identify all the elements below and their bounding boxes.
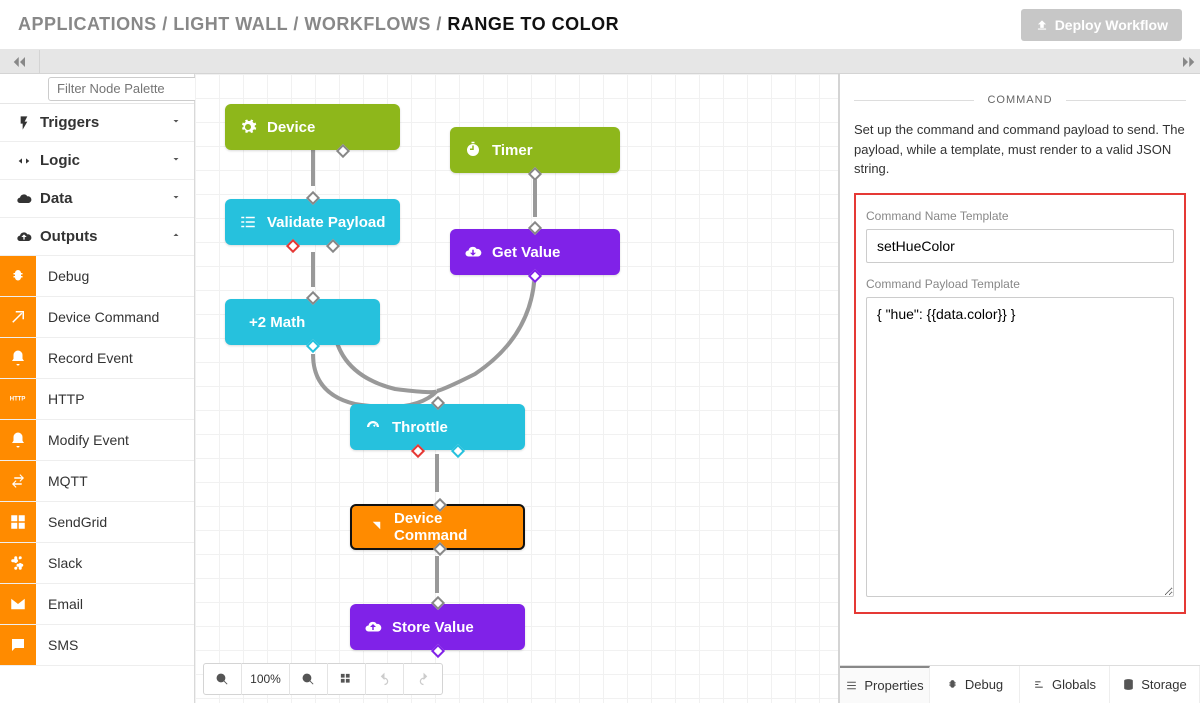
palette-item[interactable]: Modify Event: [0, 420, 194, 461]
palette-item[interactable]: HTTP HTTP: [0, 379, 194, 420]
bug-icon: [946, 678, 959, 691]
cloud-icon: [12, 191, 36, 207]
redo-button[interactable]: [404, 663, 442, 695]
chevron-down-icon: [170, 114, 182, 131]
database-icon: [1122, 678, 1135, 691]
command-payload-label: Command Payload Template: [866, 277, 1174, 291]
bell-icon: [0, 338, 36, 378]
list-icon: [845, 679, 858, 692]
deploy-workflow-button[interactable]: Deploy Workflow: [1021, 9, 1182, 41]
arrow-up-right-icon: [0, 297, 36, 337]
command-config-box: Command Name Template Command Payload Te…: [854, 193, 1186, 614]
palette-item[interactable]: MQTT: [0, 461, 194, 502]
upload-icon: [1035, 18, 1049, 32]
gear-icon: [239, 118, 257, 136]
sliders-icon: [1033, 678, 1046, 691]
checklist-icon: [239, 213, 257, 231]
palette-item-label: MQTT: [36, 461, 194, 501]
node-get-value[interactable]: Get Value: [450, 229, 620, 275]
node-device[interactable]: Device: [225, 104, 400, 150]
node-store-value[interactable]: Store Value: [350, 604, 525, 650]
palette-group-data[interactable]: Data: [0, 180, 194, 218]
sendgrid-icon: [0, 502, 36, 542]
code-icon: [12, 153, 36, 169]
command-name-input[interactable]: [866, 229, 1174, 263]
expand-inspector-button[interactable]: [1176, 50, 1200, 74]
inspector-hint: Set up the command and command payload t…: [854, 120, 1186, 179]
palette-item[interactable]: Email: [0, 584, 194, 625]
node-math[interactable]: +2 Math: [225, 299, 380, 345]
inspector-section-title: COMMAND: [854, 94, 1186, 106]
palette-item-label: Slack: [36, 543, 194, 583]
cloud-upload-icon: [12, 229, 36, 245]
palette-item[interactable]: Device Command: [0, 297, 194, 338]
palette-item-label: SMS: [36, 625, 194, 665]
undo-button[interactable]: [366, 663, 404, 695]
palette-group-triggers[interactable]: Triggers: [0, 104, 194, 142]
tab-storage[interactable]: Storage: [1110, 666, 1200, 703]
palette-item-label: Record Event: [36, 338, 194, 378]
palette-item-label: Email: [36, 584, 194, 624]
arrow-up-right-icon: [366, 518, 384, 536]
stopwatch-icon: [464, 141, 482, 159]
zoom-in-button[interactable]: [290, 663, 328, 695]
mail-icon: [0, 584, 36, 624]
command-payload-textarea[interactable]: [866, 297, 1174, 597]
palette-item[interactable]: Record Event: [0, 338, 194, 379]
inspector-tabs: Properties Debug Globals Storage: [840, 665, 1200, 703]
slack-icon: [0, 543, 36, 583]
node-throttle[interactable]: Throttle: [350, 404, 525, 450]
svg-text:HTTP: HTTP: [10, 397, 26, 403]
palette-group-logic[interactable]: Logic: [0, 142, 194, 180]
panel-toolbar: [0, 50, 1200, 74]
chevron-up-icon: [170, 228, 182, 245]
node-device-command[interactable]: Device Command: [350, 504, 525, 550]
chevron-down-icon: [170, 190, 182, 207]
tab-globals[interactable]: Globals: [1020, 666, 1110, 703]
palette-item[interactable]: Debug: [0, 256, 194, 297]
cloud-download-icon: [464, 243, 482, 261]
cloud-upload-icon: [364, 618, 382, 636]
palette-group-outputs[interactable]: Outputs: [0, 218, 194, 256]
breadcrumb-applications[interactable]: APPLICATIONS: [18, 14, 157, 34]
workflow-canvas[interactable]: Device Timer Validate Payload Get Value: [195, 74, 840, 703]
inspector-panel: COMMAND Set up the command and command p…: [840, 74, 1200, 703]
palette-filter-row: [0, 74, 194, 104]
palette-item-label: SendGrid: [36, 502, 194, 542]
palette-item[interactable]: SendGrid: [0, 502, 194, 543]
command-name-label: Command Name Template: [866, 209, 1174, 223]
node-palette: Triggers Logic Data Outputs DebugDevice …: [0, 74, 195, 703]
palette-item-label: HTTP: [36, 379, 194, 419]
breadcrumb-current: RANGE TO COLOR: [447, 14, 619, 34]
canvas-toolbar: 100%: [203, 663, 443, 695]
tab-debug[interactable]: Debug: [930, 666, 1020, 703]
swap-icon: [0, 461, 36, 501]
chat-icon: [0, 625, 36, 665]
node-timer[interactable]: Timer: [450, 127, 620, 173]
breadcrumb-workflows[interactable]: WORKFLOWS: [304, 14, 430, 34]
palette-item-label: Device Command: [36, 297, 194, 337]
http-icon: HTTP: [0, 379, 36, 419]
breadcrumb-app[interactable]: LIGHT WALL: [173, 14, 288, 34]
zoom-level: 100%: [242, 663, 290, 695]
chevron-down-icon: [170, 152, 182, 169]
zoom-out-button[interactable]: [204, 663, 242, 695]
main: Triggers Logic Data Outputs DebugDevice …: [0, 74, 1200, 703]
grid-toggle-button[interactable]: [328, 663, 366, 695]
app-header: APPLICATIONS / LIGHT WALL / WORKFLOWS / …: [0, 0, 1200, 50]
bug-icon: [0, 256, 36, 296]
bell-icon: [0, 420, 36, 460]
palette-item-label: Modify Event: [36, 420, 194, 460]
node-validate-payload[interactable]: Validate Payload: [225, 199, 400, 245]
palette-item-label: Debug: [36, 256, 194, 296]
collapse-sidebar-button[interactable]: [0, 50, 40, 74]
tab-properties[interactable]: Properties: [840, 666, 930, 703]
bolt-icon: [12, 115, 36, 131]
breadcrumb: APPLICATIONS / LIGHT WALL / WORKFLOWS / …: [18, 14, 1021, 35]
palette-item[interactable]: Slack: [0, 543, 194, 584]
palette-item[interactable]: SMS: [0, 625, 194, 666]
throttle-icon: [364, 418, 382, 436]
